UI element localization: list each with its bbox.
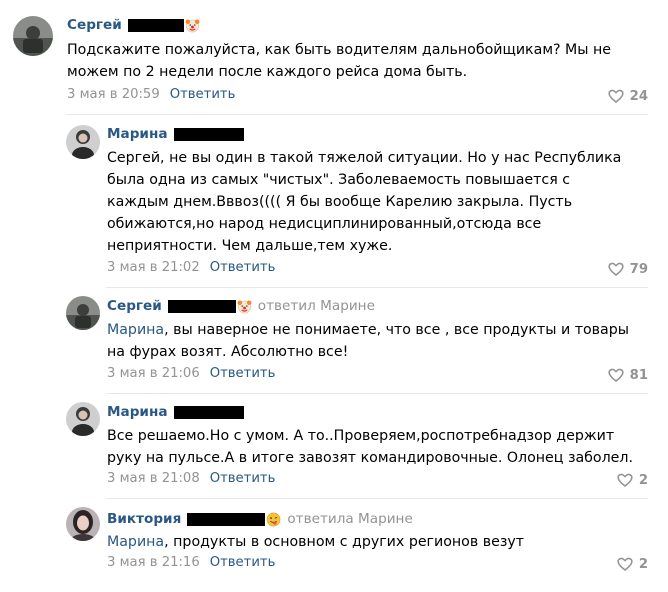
comment-text: Все решаемо.Но с умом. А то..Проверяем,р… [107,428,633,466]
like-button[interactable]: 24 [608,87,648,105]
author-name[interactable]: Виктория [107,511,181,527]
avatar[interactable] [13,16,53,56]
avatar[interactable] [66,507,100,541]
like-count: 79 [629,261,648,277]
redacted-surname [173,127,244,141]
like-button[interactable]: 2 [617,471,648,489]
heart-icon [608,262,630,276]
avatar[interactable] [66,125,100,159]
avatar[interactable] [66,402,100,436]
like-count: 2 [638,556,648,572]
comment-date[interactable]: 3 мая в 20:59 [67,87,160,102]
mention-link[interactable]: Марина [107,322,164,338]
like-count: 2 [638,472,648,488]
comment-text: Марина, вы наверное не понимаете, что вс… [107,322,629,360]
divider [66,114,648,115]
heart-icon [617,557,639,571]
clown-face-icon [237,299,252,314]
divider [106,287,648,288]
comment-date[interactable]: 3 мая в 21:02 [107,260,200,275]
replied-to-label[interactable]: ответила Марине [287,511,412,527]
reply-button[interactable]: Ответить [210,260,276,275]
clown-face-icon [185,18,200,33]
heart-icon [608,89,630,103]
reply-button[interactable]: Ответить [210,366,276,381]
redacted-surname [187,512,266,526]
divider [106,498,648,499]
author-name[interactable]: Сергей [67,17,122,33]
comment-date[interactable]: 3 мая в 21:16 [107,555,200,570]
redacted-surname [167,299,236,313]
redacted-surname [173,405,244,419]
winking-tongue-face-icon [266,512,281,527]
comment-text: Марина, продукты в основном с других рег… [107,534,525,550]
replied-to-label[interactable]: ответил Марине [258,298,375,314]
comment-text: Сергей, не вы один в такой тяжелой ситуа… [107,150,622,254]
divider [106,393,648,394]
comment-text: Подскажите пожалуйста, как быть водителя… [67,42,612,80]
like-button[interactable]: 79 [608,260,648,278]
reply-button[interactable]: Ответить [210,555,276,570]
author-name[interactable]: Марина [107,126,168,142]
comment-date[interactable]: 3 мая в 21:06 [107,366,200,381]
heart-icon [617,473,639,487]
like-button[interactable]: 81 [608,366,648,384]
author-name[interactable]: Сергей [107,298,162,314]
reply-button[interactable]: Ответить [170,87,236,102]
avatar[interactable] [66,296,100,330]
like-button[interactable]: 2 [617,555,648,573]
mention-link[interactable]: Марина [107,534,164,550]
like-count: 81 [629,367,648,383]
comment-date[interactable]: 3 мая в 21:08 [107,471,200,486]
author-name[interactable]: Марина [107,404,168,420]
redacted-surname [127,18,184,32]
reply-button[interactable]: Ответить [210,471,276,486]
like-count: 24 [629,88,648,104]
heart-icon [608,368,630,382]
